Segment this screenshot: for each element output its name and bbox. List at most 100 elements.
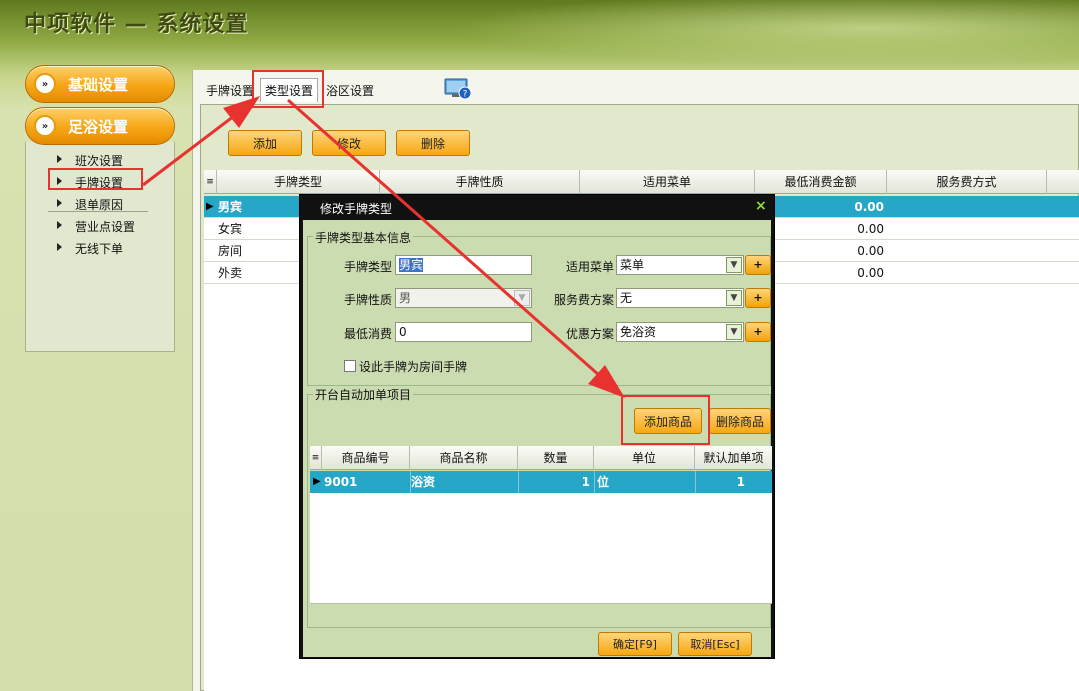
triangle-right-icon (57, 155, 62, 163)
sidebar-item-label: 退单原因 (75, 198, 124, 212)
sidebar-item-business-point[interactable]: 营业点设置 (57, 218, 136, 235)
basic-settings-button[interactable]: » 基础设置 (25, 65, 175, 103)
cell-unit: 位 (597, 475, 610, 489)
menu-label: 适用菜单 (565, 260, 614, 274)
col-menu[interactable]: 适用菜单 (580, 170, 755, 194)
app-title: 中项软件 — 系统设置 (24, 12, 249, 37)
handtag-type-label: 手牌类型 (343, 260, 392, 274)
discount-value: 免浴资 (620, 325, 657, 339)
chevron-down-icon[interactable]: ▼ (726, 257, 742, 273)
sidebar-item-shift[interactable]: 班次设置 (57, 152, 124, 169)
basic-settings-label: 基础设置 (68, 75, 129, 94)
cell-type: 房间 (218, 244, 243, 258)
sidebar-item-label: 营业点设置 (75, 220, 136, 234)
handtag-type-value: 男宾 (399, 258, 424, 272)
handtag-nature-select[interactable]: 男 ▼ (395, 288, 532, 308)
handtag-nature-value: 男 (399, 291, 412, 305)
cell-type: 女宾 (218, 222, 243, 236)
close-icon[interactable]: × (755, 198, 767, 214)
row-selector-header: ≡ (204, 170, 217, 194)
cancel-button[interactable]: 取消[Esc] (678, 632, 752, 656)
add-discount-button[interactable]: + (745, 322, 771, 342)
triangle-right-icon (57, 243, 62, 251)
handtag-type-input[interactable]: 男宾 (395, 255, 532, 275)
tab-type-settings[interactable]: 类型设置 (260, 78, 319, 102)
grid-header: ≡ 手牌类型 手牌性质 适用菜单 最低消费金额 服务费方式 (204, 170, 1079, 194)
sidebar-item-label: 手牌设置 (75, 176, 124, 190)
items-grid-empty (310, 493, 772, 604)
col-service-fee[interactable]: 服务费方式 (887, 170, 1047, 194)
add-service-fee-button[interactable]: + (745, 288, 771, 308)
add-item-button[interactable]: 添加商品 (634, 408, 702, 434)
discount-select[interactable]: 免浴资 ▼ (616, 322, 744, 342)
edit-button[interactable]: 修改 (312, 130, 386, 156)
col-default-item[interactable]: 默认加单项 (695, 446, 772, 470)
col-item-code[interactable]: 商品编号 (322, 446, 410, 470)
foot-bath-settings-button[interactable]: » 足浴设置 (25, 107, 175, 145)
divider (48, 211, 148, 212)
sidebar-item-label: 无线下单 (75, 242, 124, 256)
cell-min: 0.00 (857, 244, 884, 258)
row-selector-header: ≡ (310, 446, 322, 470)
auto-add-title: 开台自动加单项目 (313, 386, 414, 403)
triangle-right-icon (57, 199, 62, 207)
col-handtag-type[interactable]: 手牌类型 (217, 170, 380, 194)
expand-icon: » (34, 73, 56, 95)
handtag-nature-label: 手牌性质 (343, 293, 392, 307)
header-glow (380, 0, 1079, 70)
cell-type: 男宾 (218, 200, 243, 214)
row-pointer-icon: ▶ (313, 476, 321, 487)
service-fee-value: 无 (620, 291, 633, 305)
sidebar-item-handtag[interactable]: 手牌设置 (57, 174, 124, 191)
column-divider (410, 471, 411, 493)
col-handtag-nature[interactable]: 手牌性质 (380, 170, 580, 194)
sidebar-item-label: 班次设置 (75, 154, 124, 168)
triangle-right-icon (57, 177, 62, 185)
add-button[interactable]: 添加 (228, 130, 302, 156)
tab-bath-area-settings[interactable]: 浴区设置 (322, 78, 378, 102)
row-pointer-icon: ▶ (206, 201, 214, 212)
items-grid-header: ≡ 商品编号 商品名称 数量 单位 默认加单项 (310, 446, 772, 470)
menu-select[interactable]: 菜单 ▼ (616, 255, 744, 275)
menu-value: 菜单 (620, 258, 645, 272)
cell-type: 外卖 (218, 266, 243, 280)
column-divider (518, 471, 519, 493)
foot-bath-settings-label: 足浴设置 (68, 117, 129, 136)
room-handtag-label: 设此手牌为房间手牌 (359, 360, 468, 374)
cell-min: 0.00 (854, 200, 884, 214)
min-consumption-input[interactable]: 0 (395, 322, 532, 342)
cell-default-item: 1 (736, 475, 745, 489)
column-divider (695, 471, 696, 493)
sidebar-item-wireless-order[interactable]: 无线下单 (57, 240, 124, 257)
column-divider (594, 471, 595, 493)
svg-text:?: ? (463, 90, 468, 100)
cell-min: 0.00 (857, 266, 884, 280)
dialog-title: 修改手牌类型 (320, 202, 393, 216)
room-handtag-checkbox[interactable] (344, 360, 356, 372)
confirm-button[interactable]: 确定[F9] (598, 632, 672, 656)
basic-info-title: 手牌类型基本信息 (313, 229, 414, 246)
cell-min: 0.00 (857, 222, 884, 236)
help-monitor-icon[interactable]: ? (444, 78, 472, 100)
discount-label: 优惠方案 (565, 327, 614, 341)
delete-button[interactable]: 删除 (396, 130, 470, 156)
tab-handtag-settings[interactable]: 手牌设置 (202, 78, 258, 102)
service-fee-select[interactable]: 无 ▼ (616, 288, 744, 308)
chevron-down-icon: ▼ (514, 290, 530, 306)
chevron-down-icon[interactable]: ▼ (726, 290, 742, 306)
col-quantity[interactable]: 数量 (518, 446, 594, 470)
min-consumption-label: 最低消费 (343, 327, 392, 341)
cell-item-code: 9001 (324, 475, 358, 489)
triangle-right-icon (57, 221, 62, 229)
items-table-row[interactable]: ▶ 9001 浴资 1 位 1 (310, 471, 772, 493)
col-item-name[interactable]: 商品名称 (410, 446, 518, 470)
add-menu-button[interactable]: + (745, 255, 771, 275)
chevron-down-icon[interactable]: ▼ (726, 324, 742, 340)
col-min-consumption[interactable]: 最低消费金额 (755, 170, 887, 194)
cell-item-name: 浴资 (411, 475, 436, 489)
service-fee-label: 服务费方案 (553, 293, 614, 307)
col-unit[interactable]: 单位 (594, 446, 695, 470)
delete-item-button[interactable]: 删除商品 (709, 408, 771, 434)
expand-icon: » (34, 115, 56, 137)
cell-quantity: 1 (581, 475, 590, 489)
